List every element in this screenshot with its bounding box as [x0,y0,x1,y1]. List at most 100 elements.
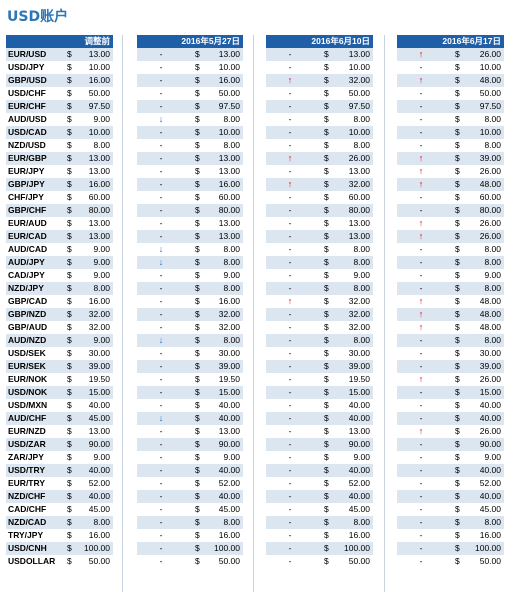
no-change-dash: - [159,439,163,449]
table-row: - $97.50 [397,100,504,113]
currency-symbol: $ [195,517,200,527]
amount-value: 9.00 [93,257,110,267]
currency-symbol: $ [67,257,72,267]
arrow-up-icon: ↑ [418,153,424,163]
no-change-dash: - [288,530,292,540]
pair-label: USD/TRY [8,465,45,475]
table-row: - $8.00 [137,516,243,529]
table-row: - $16.00 [266,529,373,542]
table-row: ↓ $8.00 [137,113,243,126]
table-row: - $19.50 [137,373,243,386]
table-row: CAD/JPY $9.00 [6,269,113,282]
arrow-up-icon: ↑ [418,231,424,241]
table-row: - $100.00 [266,542,373,555]
amount-value: 16.00 [88,296,110,306]
table-row: AUD/USD $9.00 [6,113,113,126]
no-change-dash: - [159,465,163,475]
amount-value: 13.00 [218,153,240,163]
no-change-dash: - [288,322,292,332]
amount-value: 13.00 [218,218,240,228]
table-row: - $40.00 [397,464,504,477]
arrow-down-icon: ↓ [158,114,164,124]
currency-symbol: $ [67,426,72,436]
amount-value: 39.00 [348,361,370,371]
table-row: - $13.00 [137,48,243,61]
currency-symbol: $ [324,166,329,176]
amount-value: 60.00 [479,192,501,202]
amount-value: 40.00 [218,491,240,501]
currency-symbol: $ [67,49,72,59]
no-change-dash: - [159,270,163,280]
no-change-dash: - [419,439,423,449]
currency-symbol: $ [455,491,460,501]
arrow-down-icon: ↓ [158,413,164,423]
amount-value: 13.00 [218,49,240,59]
table-row: - $8.00 [397,139,504,152]
amount-value: 100.00 [475,543,501,553]
amount-value: 8.00 [223,140,240,150]
table-row: - $8.00 [266,256,373,269]
table-row: - $60.00 [266,191,373,204]
pair-label: CAD/CHF [8,504,47,514]
no-change-dash: - [159,88,163,98]
pair-label: NZD/CAD [8,517,47,527]
currency-symbol: $ [455,387,460,397]
pair-label: NZD/CHF [8,491,46,501]
table-row: CAD/CHF $45.00 [6,503,113,516]
no-change-dash: - [419,283,423,293]
table-row: USD/JPY $10.00 [6,61,113,74]
currency-symbol: $ [455,231,460,241]
currency-symbol: $ [195,322,200,332]
amount-value: 8.00 [223,244,240,254]
currency-symbol: $ [195,127,200,137]
table-row: GBP/CAD $16.00 [6,295,113,308]
amount-value: 40.00 [348,400,370,410]
table-row: EUR/NOK $19.50 [6,373,113,386]
currency-symbol: $ [324,179,329,189]
table-row: - $32.00 [266,308,373,321]
table-row: - $8.00 [397,334,504,347]
currency-symbol: $ [324,413,329,423]
pair-label: EUR/NOK [8,374,48,384]
amount-value: 13.00 [218,231,240,241]
table-row: EUR/USD $13.00 [6,48,113,61]
no-change-dash: - [159,75,163,85]
no-change-dash: - [159,218,163,228]
no-change-dash: - [288,335,292,345]
table-row: GBP/USD $16.00 [6,74,113,87]
currency-symbol: $ [195,62,200,72]
pair-label: EUR/USD [8,49,47,59]
table-row: - $52.00 [266,477,373,490]
no-change-dash: - [419,205,423,215]
table-row: - $8.00 [266,113,373,126]
table-row: - $39.00 [397,360,504,373]
currency-symbol: $ [324,192,329,202]
currency-symbol: $ [324,530,329,540]
no-change-dash: - [288,374,292,384]
page-title: USD账户 [7,9,69,25]
no-change-dash: - [288,543,292,553]
currency-symbol: $ [455,114,460,124]
currency-symbol: $ [195,374,200,384]
currency-symbol: $ [67,153,72,163]
currency-symbol: $ [455,517,460,527]
no-change-dash: - [288,439,292,449]
amount-value: 8.00 [223,335,240,345]
currency-symbol: $ [324,491,329,501]
amount-value: 13.00 [348,231,370,241]
no-change-dash: - [288,140,292,150]
currency-symbol: $ [195,101,200,111]
no-change-dash: - [288,49,292,59]
table-row: - $45.00 [137,503,243,516]
currency-symbol: $ [455,244,460,254]
no-change-dash: - [159,296,163,306]
arrow-up-icon: ↑ [418,166,424,176]
table-row: - $39.00 [266,360,373,373]
currency-symbol: $ [324,283,329,293]
table-row: NZD/USD $8.00 [6,139,113,152]
table-row: - $8.00 [397,256,504,269]
period-header-label: 2016年6月10日 [311,36,370,46]
no-change-dash: - [159,452,163,462]
table-row: - $32.00 [137,308,243,321]
currency-symbol: $ [195,413,200,423]
